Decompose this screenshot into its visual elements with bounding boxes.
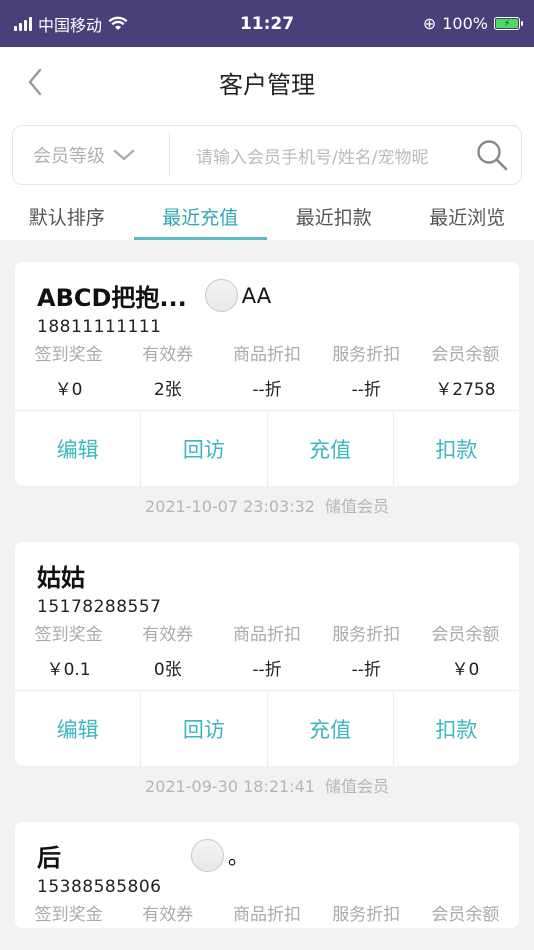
stat-label: 商品折扣	[233, 905, 301, 925]
stat-value: ￥0.1	[46, 660, 91, 680]
customer-list: ABCD把抱... AA 18811111111 签到奖金 ￥0 有效券 2张 商品…	[0, 240, 534, 928]
search-bar: 会员等级 请输入会员手机号/姓名/宠物昵	[12, 125, 522, 185]
stats-row: 签到奖金 ￥0 有效券 2张 商品折扣 --折 服务折扣 --折 会员余额 ￥2758	[15, 342, 519, 410]
card-actions: 编辑 回访 充值 扣款	[15, 410, 519, 486]
member-type: 储值会员	[324, 497, 389, 516]
status-bar: 中国移动 11:27 ⊕ 100% ⚡	[0, 0, 534, 47]
customer-card[interactable]: 后 。 15388585806 签到奖金 有效券 商品折扣 服务折扣 会员余额	[15, 822, 519, 928]
edit-button[interactable]: 编辑	[15, 691, 142, 766]
customer-tag: 。	[228, 844, 249, 869]
customer-name: 后	[37, 844, 61, 872]
chevron-down-icon	[113, 149, 135, 161]
tab-recent-recharge[interactable]: 最近充值	[133, 193, 268, 240]
tab-recent-deduct[interactable]: 最近扣款	[267, 193, 401, 240]
stats-row: 签到奖金 有效券 商品折扣 服务折扣 会员余额	[15, 902, 519, 928]
recharge-button[interactable]: 充值	[268, 411, 394, 486]
stat-label: 服务折扣	[332, 905, 401, 925]
search-input[interactable]: 请输入会员手机号/姓名/宠物昵	[170, 143, 475, 168]
page-title: 客户管理	[219, 70, 315, 99]
member-level-label: 会员等级	[33, 146, 105, 167]
stat-label: 商品折扣	[233, 345, 301, 365]
customer-phone: 15388585806	[37, 877, 162, 897]
stat-label: 签到奖金	[34, 345, 103, 365]
card-footer: 2021-09-30 18:21:41 储值会员	[15, 766, 519, 808]
last-time: 2021-09-30 18:21:41	[145, 777, 315, 796]
stat-label: 签到奖金	[34, 625, 103, 645]
stat-value: ￥0	[451, 660, 480, 680]
select-radio[interactable]	[204, 279, 238, 312]
recharge-button[interactable]: 充值	[268, 691, 394, 766]
member-type: 储值会员	[324, 777, 389, 796]
stat-label: 会员余额	[431, 345, 500, 365]
stat-value: ￥0	[54, 380, 83, 400]
member-level-dropdown[interactable]: 会员等级	[13, 142, 169, 168]
stat-label: 商品折扣	[233, 625, 301, 645]
stat-label: 有效券	[142, 905, 194, 925]
card-actions: 编辑 回访 充值 扣款	[15, 690, 519, 766]
stat-label: 签到奖金	[34, 905, 103, 925]
stat-value: 0张	[153, 660, 182, 680]
stat-value: ￥2758	[435, 380, 496, 400]
stat-label: 有效券	[142, 625, 194, 645]
stat-label: 有效券	[142, 345, 194, 365]
customer-phone: 18811111111	[37, 317, 162, 337]
battery-icon: ⚡	[494, 17, 523, 30]
back-arrow-icon[interactable]	[24, 65, 58, 99]
customer-phone: 15178288557	[37, 597, 162, 617]
stat-value: --折	[252, 380, 282, 400]
search-area: 会员等级 请输入会员手机号/姓名/宠物昵	[0, 117, 534, 193]
card-footer: 2021-10-07 23:03:32 储值会员	[15, 486, 519, 528]
stat-label: 服务折扣	[332, 345, 401, 365]
deduct-button[interactable]: 扣款	[394, 691, 519, 766]
stat-value: 2张	[153, 380, 182, 400]
follow-up-button[interactable]: 回访	[141, 411, 268, 486]
follow-up-button[interactable]: 回访	[141, 691, 268, 766]
stat-label: 会员余额	[431, 625, 500, 645]
stat-value: --折	[252, 660, 282, 680]
nav-bar: 客户管理	[0, 47, 534, 117]
deduct-button[interactable]: 扣款	[394, 411, 519, 486]
sort-tabs: 默认排序 最近充值 最近扣款 最近浏览	[0, 193, 534, 240]
stats-row: 签到奖金 ￥0.1 有效券 0张 商品折扣 --折 服务折扣 --折 会员余额 ￥0	[15, 622, 519, 690]
customer-tag: AA	[241, 283, 272, 308]
stat-label: 服务折扣	[332, 625, 401, 645]
customer-name: 姑姑	[37, 564, 85, 592]
clock: 11:27	[239, 13, 295, 34]
tab-default-sort[interactable]: 默认排序	[0, 193, 134, 240]
stat-label: 会员余额	[431, 905, 500, 925]
stat-value: --折	[351, 380, 381, 400]
customer-name: ABCD把抱...	[37, 284, 187, 312]
last-time: 2021-10-07 23:03:32	[145, 497, 315, 516]
customer-card[interactable]: ABCD把抱... AA 18811111111 签到奖金 ￥0 有效券 2张 商品…	[15, 262, 519, 486]
tab-recent-browse[interactable]: 最近浏览	[401, 193, 534, 240]
customer-card[interactable]: 姑姑 15178288557 签到奖金 ￥0.1 有效券 0张 商品折扣 --折 服务…	[15, 542, 519, 766]
stat-value: --折	[351, 660, 381, 680]
search-icon[interactable]	[475, 138, 509, 172]
select-radio[interactable]	[191, 839, 224, 872]
edit-button[interactable]: 编辑	[15, 411, 142, 486]
